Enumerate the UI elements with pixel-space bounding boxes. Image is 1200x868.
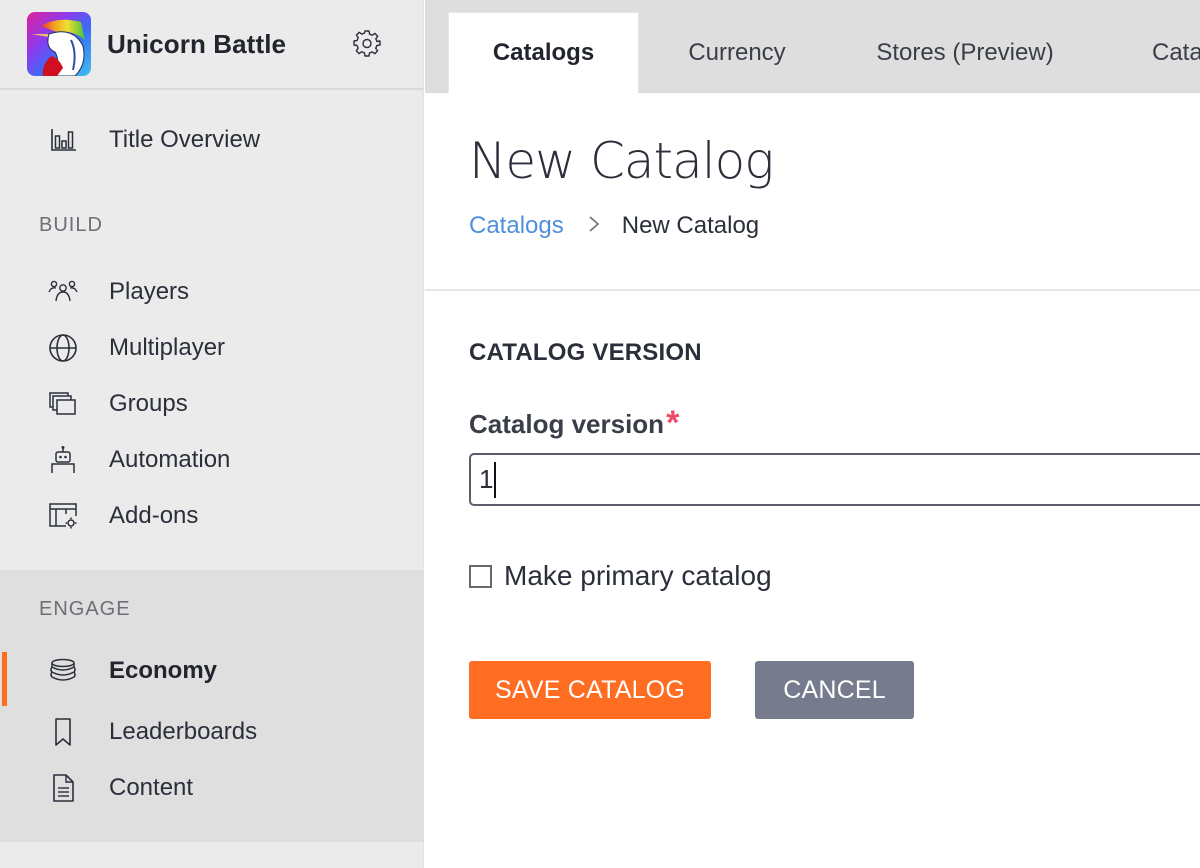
section-label-engage: ENGAGE: [39, 598, 131, 620]
chevron-right-icon: [588, 213, 600, 239]
globe-icon: [48, 333, 78, 363]
tab-catalogs[interactable]: Catalogs: [448, 12, 639, 93]
sidebar-item-automation[interactable]: Automation: [0, 435, 424, 485]
sidebar-item-groups[interactable]: Groups: [0, 379, 424, 429]
title-header: Unicorn Battle: [0, 0, 423, 90]
sidebar-item-label: Title Overview: [109, 126, 261, 153]
sidebar-item-leaderboards[interactable]: Leaderboards: [0, 707, 424, 757]
sidebar-item-label: Economy: [109, 657, 218, 684]
bar-chart-icon: [48, 125, 78, 155]
breadcrumb-link-catalogs[interactable]: Catalogs: [469, 212, 564, 240]
sidebar-item-label: Players: [109, 278, 190, 305]
make-primary-catalog-checkbox[interactable]: [469, 564, 492, 588]
section-label-build: BUILD: [39, 214, 103, 236]
header-divider: [425, 289, 1200, 291]
sidebar-item-players[interactable]: Players: [0, 267, 424, 317]
sidebar-item-multiplayer[interactable]: Multiplayer: [0, 323, 424, 373]
sidebar-item-economy[interactable]: Economy: [0, 646, 424, 706]
sidebar-item-label: Leaderboards: [109, 718, 258, 745]
robot-icon: [48, 445, 78, 475]
sidebar-item-content[interactable]: Content: [0, 763, 424, 813]
make-primary-catalog-checkbox-row[interactable]: Make primary catalog: [469, 560, 772, 592]
text-caret: [494, 462, 496, 498]
sidebar-item-label: Content: [109, 774, 194, 801]
sidebar-item-label: Multiplayer: [109, 334, 226, 361]
catalog-version-label: Catalog version *: [469, 404, 680, 442]
sidebar-item-label: Groups: [109, 390, 188, 417]
catalog-version-input[interactable]: [469, 453, 1200, 506]
breadcrumb-current: New Catalog: [621, 212, 760, 239]
cancel-button[interactable]: CANCEL: [755, 661, 914, 719]
sidebar-item-add-ons[interactable]: Add-ons: [0, 491, 424, 541]
gear-icon[interactable]: [352, 28, 382, 58]
unicorn-logo-icon[interactable]: [27, 12, 91, 76]
document-icon: [48, 773, 78, 803]
players-icon: [48, 277, 78, 307]
sidebar: Unicorn Battle Title Overview BUILD Play…: [0, 0, 424, 868]
save-catalog-button[interactable]: SAVE CATALOG: [469, 661, 711, 719]
sidebar-item-title-overview[interactable]: Title Overview: [0, 115, 424, 165]
catalog-version-label-text: Catalog version: [469, 409, 665, 439]
bookmark-icon: [48, 717, 78, 747]
section-heading: CATALOG VERSION: [469, 339, 702, 366]
coins-icon: [48, 656, 78, 686]
breadcrumb: Catalogs New Catalog: [469, 212, 759, 240]
tab-currency[interactable]: Currency: [657, 12, 817, 93]
tab-catalog-overflow[interactable]: Cata: [1125, 12, 1200, 93]
addons-icon: [48, 501, 78, 531]
tab-bar: Catalogs Currency Stores (Preview) Cata: [425, 0, 1200, 93]
required-asterisk: *: [666, 404, 680, 442]
page-title: New Catalog: [469, 132, 774, 190]
tab-stores-preview[interactable]: Stores (Preview): [855, 12, 1075, 93]
title-name: Unicorn Battle: [107, 28, 287, 59]
groups-icon: [48, 389, 78, 419]
sidebar-item-label: Automation: [109, 446, 231, 473]
make-primary-catalog-label: Make primary catalog: [504, 560, 772, 591]
sidebar-item-label: Add-ons: [109, 502, 199, 529]
